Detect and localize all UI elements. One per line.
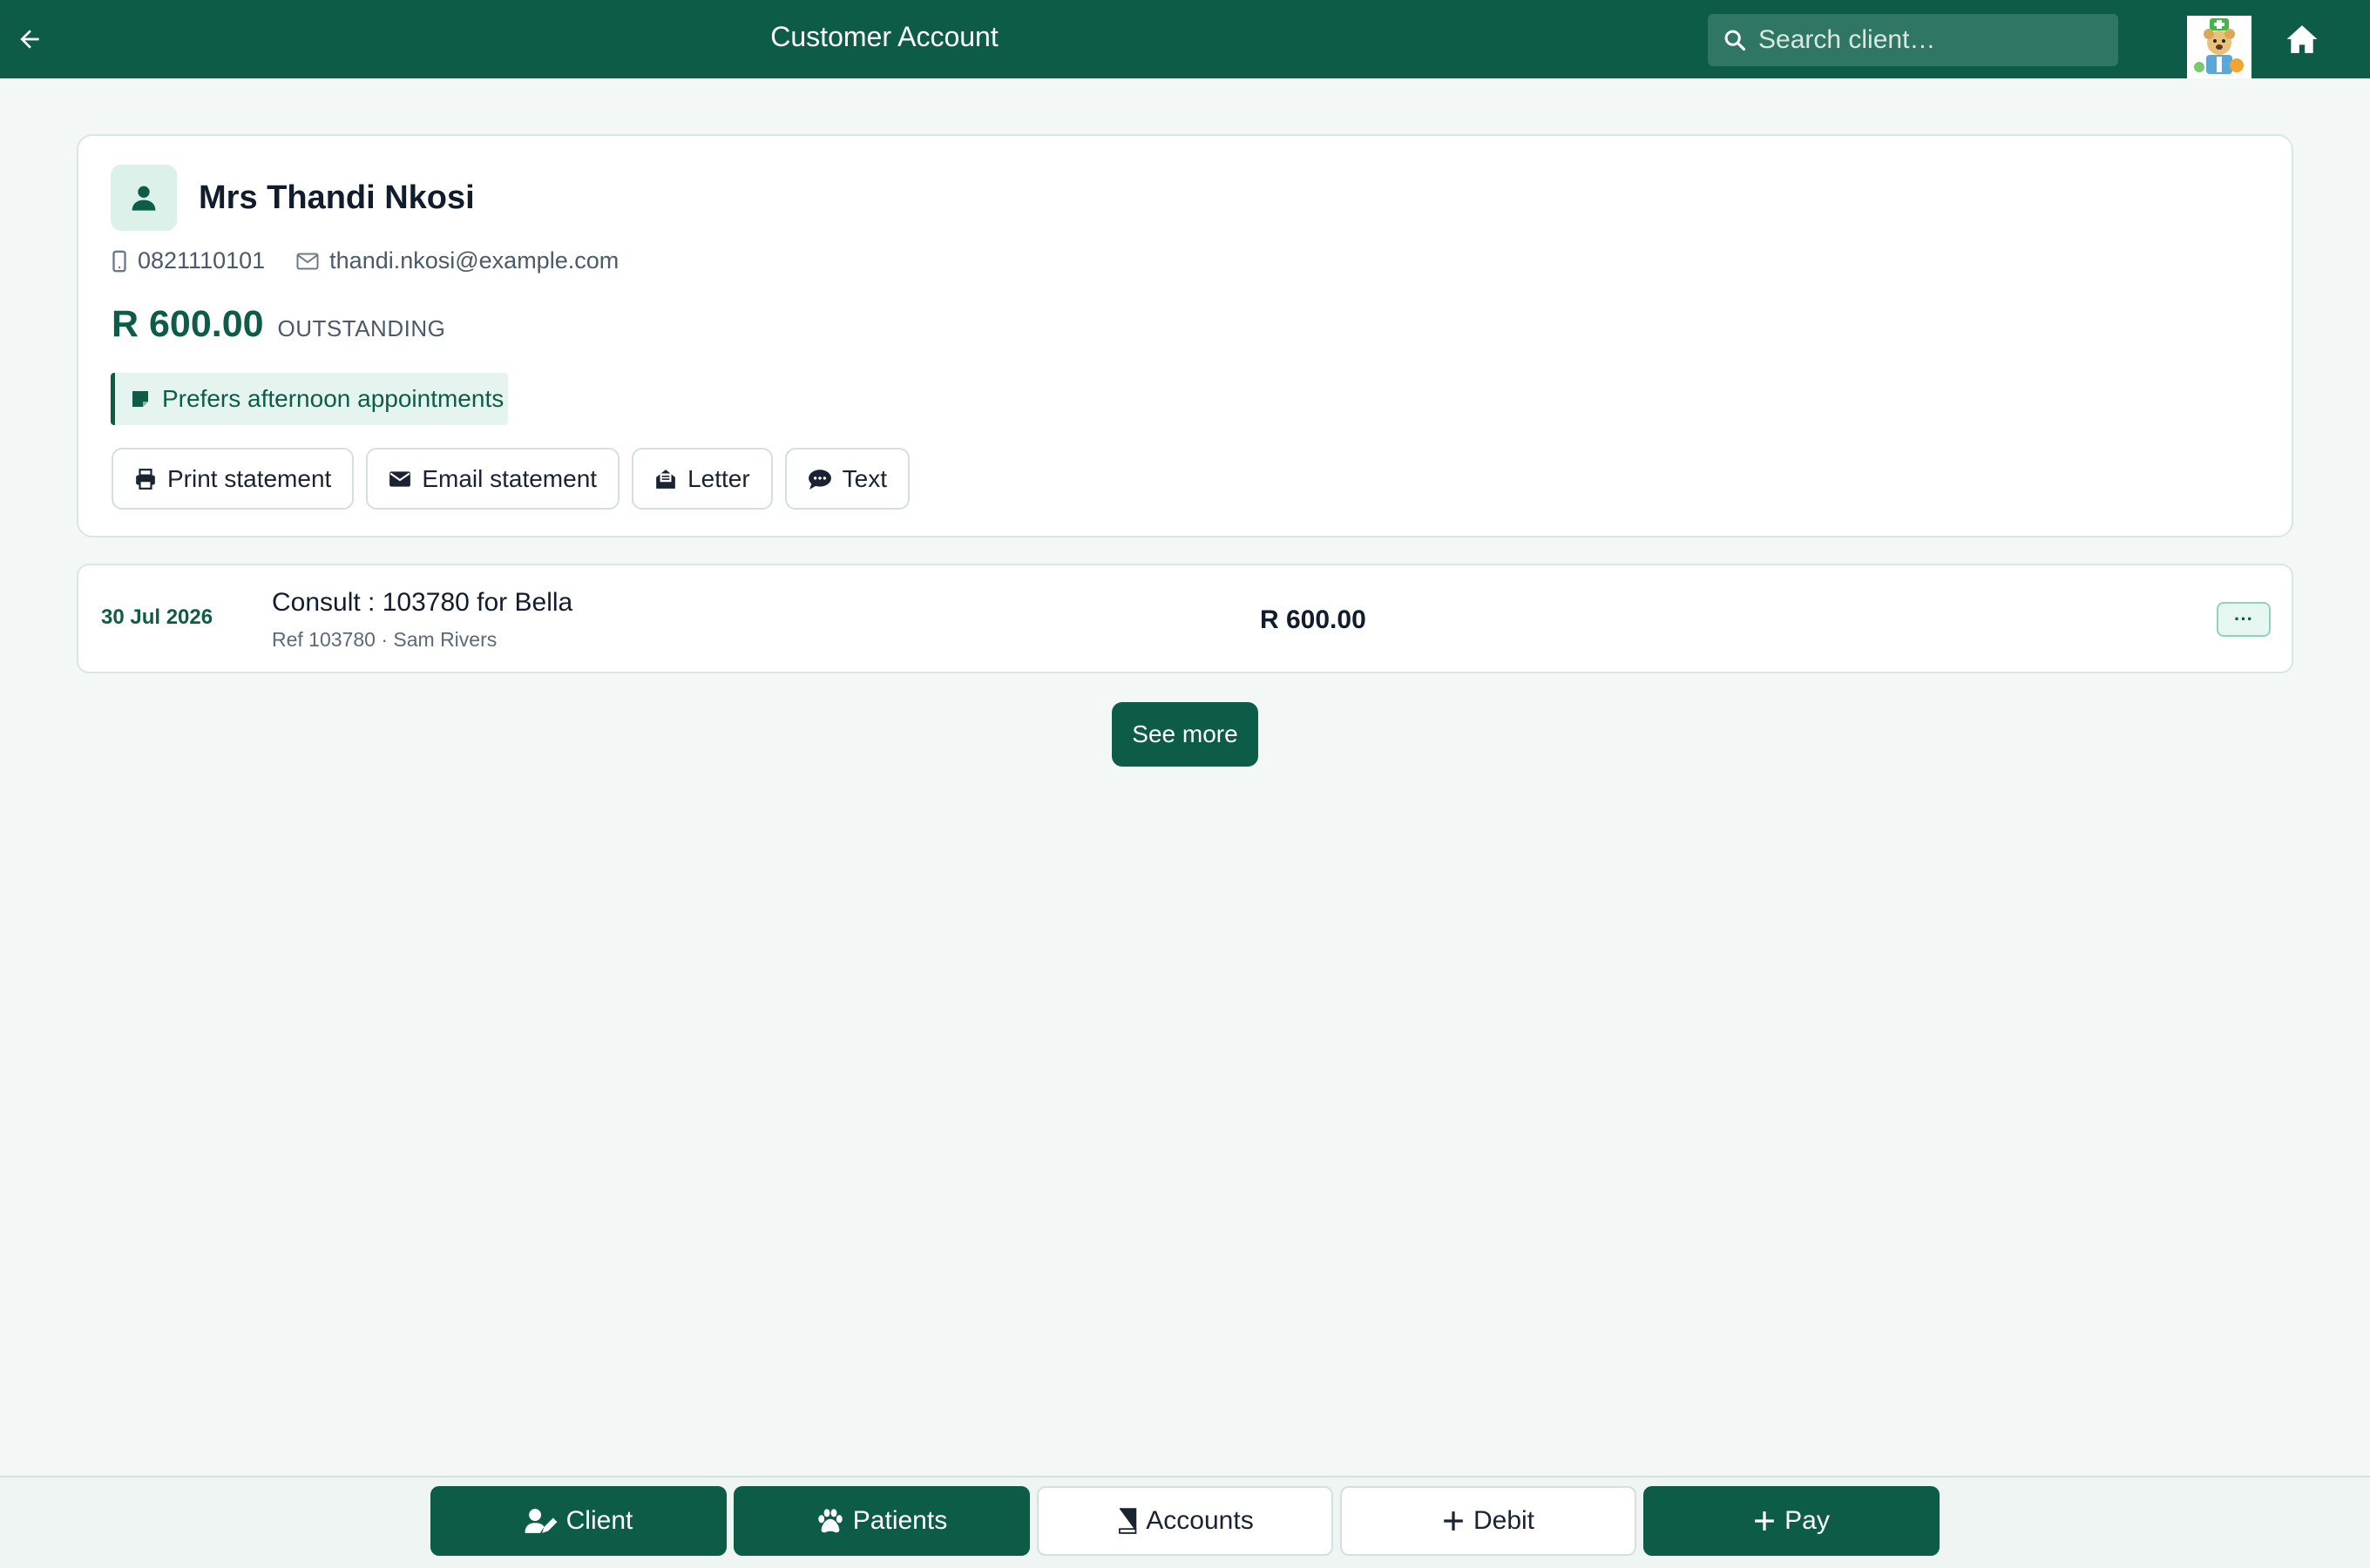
client-avatar bbox=[111, 165, 177, 231]
transaction-description: Consult : 103780 for Bella bbox=[272, 588, 573, 617]
bottom-nav-bar: Client Patients Accounts Debit Pay bbox=[0, 1476, 2370, 1568]
statement-actions: Print statement Email statement Letter T… bbox=[112, 448, 911, 510]
nav-patients-button[interactable]: Patients bbox=[734, 1486, 1030, 1556]
mobile-phone-icon bbox=[112, 250, 127, 273]
book-icon bbox=[1116, 1508, 1137, 1534]
nav-pay-button[interactable]: Pay bbox=[1643, 1486, 1940, 1556]
client-summary-card: Mrs Thandi Nkosi 0821110101 thandi.nkosi… bbox=[77, 134, 2293, 537]
envelope-icon bbox=[389, 470, 411, 489]
print-statement-label: Print statement bbox=[167, 464, 332, 492]
outstanding-balance: R 600.00 OUTSTANDING bbox=[112, 303, 445, 346]
print-statement-button[interactable]: Print statement bbox=[112, 448, 355, 510]
clinic-logo-avatar[interactable] bbox=[2187, 16, 2252, 78]
page-title: Customer Account bbox=[770, 21, 999, 52]
client-note: Prefers afternoon appointments bbox=[111, 373, 508, 425]
sms-icon bbox=[808, 468, 832, 490]
nav-patients-label: Patients bbox=[852, 1506, 948, 1535]
nav-client-button[interactable]: Client bbox=[430, 1486, 727, 1556]
client-search[interactable] bbox=[1708, 14, 2118, 66]
transaction-row[interactable]: 30 Jul 2026 Consult : 103780 for Bella R… bbox=[77, 564, 2293, 673]
home-icon bbox=[2286, 25, 2318, 53]
nav-debit-button[interactable]: Debit bbox=[1340, 1486, 1636, 1556]
meta-separator: · bbox=[381, 628, 388, 651]
transaction-person: Sam Rivers bbox=[393, 628, 498, 651]
balance-label: OUTSTANDING bbox=[277, 315, 446, 341]
nav-client-label: Client bbox=[565, 1506, 633, 1535]
search-input[interactable] bbox=[1758, 25, 2098, 55]
letter-icon bbox=[654, 468, 677, 490]
user-edit-icon bbox=[525, 1508, 558, 1534]
balance-amount: R 600.00 bbox=[112, 303, 264, 345]
search-icon bbox=[1720, 25, 1750, 55]
plus-icon bbox=[1753, 1510, 1776, 1532]
nav-accounts-button[interactable]: Accounts bbox=[1037, 1486, 1333, 1556]
email-statement-label: Email statement bbox=[422, 464, 598, 492]
client-note-text: Prefers afternoon appointments bbox=[162, 385, 504, 412]
plus-icon bbox=[1442, 1510, 1465, 1532]
contact-info: 0821110101 thandi.nkosi@example.com bbox=[112, 247, 619, 274]
vet-mascot-icon bbox=[2194, 18, 2244, 74]
text-message-label: Text bbox=[842, 464, 888, 492]
ellipsis-icon: ··· bbox=[2234, 608, 2253, 630]
paw-icon bbox=[816, 1508, 844, 1534]
home-button[interactable] bbox=[2283, 22, 2321, 57]
envelope-icon bbox=[296, 253, 319, 270]
sticky-note-icon bbox=[131, 389, 150, 409]
email-statement-button[interactable]: Email statement bbox=[366, 448, 620, 510]
letter-label: Letter bbox=[687, 464, 750, 492]
client-email[interactable]: thandi.nkosi@example.com bbox=[329, 247, 619, 274]
letter-button[interactable]: Letter bbox=[632, 448, 773, 510]
nav-debit-label: Debit bbox=[1473, 1506, 1535, 1535]
transaction-date: 30 Jul 2026 bbox=[101, 605, 213, 629]
nav-accounts-label: Accounts bbox=[1146, 1506, 1254, 1535]
text-message-button[interactable]: Text bbox=[784, 448, 911, 510]
printer-icon bbox=[134, 468, 157, 490]
top-app-bar: Customer Account bbox=[0, 0, 2370, 78]
client-phone[interactable]: 0821110101 bbox=[138, 247, 265, 274]
see-more-button[interactable]: See more bbox=[1112, 702, 1258, 767]
client-name: Mrs Thandi Nkosi bbox=[199, 179, 475, 216]
nav-pay-label: Pay bbox=[1784, 1506, 1830, 1535]
transaction-amount: R 600.00 bbox=[1260, 605, 1366, 634]
user-icon bbox=[132, 186, 156, 211]
transaction-meta: Ref 103780 · Sam Rivers bbox=[272, 628, 497, 652]
transaction-more-button[interactable]: ··· bbox=[2217, 602, 2271, 637]
transaction-ref: Ref 103780 bbox=[272, 628, 376, 651]
